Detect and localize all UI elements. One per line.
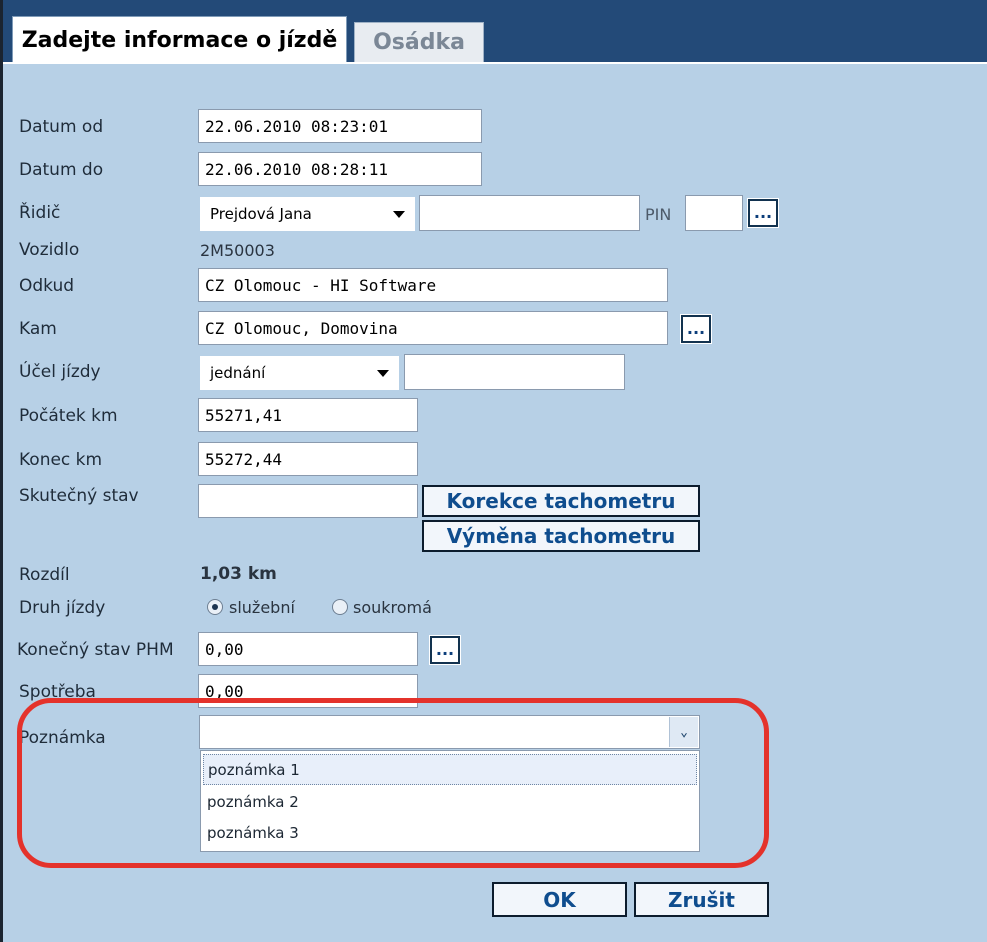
- vehicle-value: 2M50003: [200, 241, 275, 260]
- difference-value: 1,03 km: [200, 564, 277, 584]
- chevron-down-icon: [393, 211, 405, 218]
- date-from-input[interactable]: 22.06.2010 08:23:01: [198, 109, 482, 143]
- chevron-down-icon: [377, 370, 389, 377]
- end-km-input[interactable]: 55272,44: [198, 442, 418, 476]
- driver-select[interactable]: Prejdová Jana: [200, 197, 415, 231]
- to-input[interactable]: CZ Olomouc, Domovina: [198, 311, 668, 345]
- actual-state-label: Skutečný stav: [19, 486, 139, 506]
- radio-private[interactable]: [332, 599, 348, 615]
- driver-label: Řidič: [19, 203, 61, 223]
- purpose-extra-input[interactable]: [404, 354, 625, 390]
- pin-input[interactable]: [685, 195, 743, 231]
- start-km-input[interactable]: 55271,41: [198, 398, 418, 432]
- end-km-label: Konec km: [19, 450, 103, 470]
- trip-type-label: Druh jízdy: [19, 598, 106, 618]
- driver-browse-button[interactable]: ...: [747, 198, 779, 228]
- purpose-select-value: jednání: [210, 364, 266, 382]
- fuel-browse-button[interactable]: ...: [429, 635, 461, 665]
- difference-label: Rozdíl: [19, 565, 70, 585]
- tab-crew[interactable]: Osádka: [354, 22, 484, 62]
- cancel-button[interactable]: Zrušit: [634, 882, 769, 917]
- tab-trip-info[interactable]: Zadejte informace o jízdě: [12, 16, 347, 63]
- to-label: Kam: [19, 319, 57, 339]
- driver-select-value: Prejdová Jana: [210, 205, 312, 223]
- destination-browse-button[interactable]: ...: [680, 314, 712, 344]
- date-from-label: Datum od: [19, 117, 104, 137]
- highlight-annotation: [17, 698, 769, 868]
- odometer-replacement-button[interactable]: Výměna tachometru: [422, 520, 700, 552]
- date-to-input[interactable]: 22.06.2010 08:28:11: [198, 152, 482, 186]
- from-label: Odkud: [19, 276, 75, 296]
- pin-label: PIN: [645, 205, 672, 224]
- radio-private-label: soukromá: [353, 598, 432, 617]
- ok-button[interactable]: OK: [492, 882, 627, 917]
- odometer-correction-button[interactable]: Korekce tachometru: [422, 485, 700, 517]
- date-to-label: Datum do: [19, 160, 104, 180]
- fuel-state-input[interactable]: 0,00: [198, 632, 418, 666]
- purpose-select[interactable]: jednání: [200, 356, 399, 390]
- from-input[interactable]: CZ Olomouc - HI Software: [198, 268, 668, 302]
- vehicle-label: Vozidlo: [19, 240, 80, 260]
- radio-business[interactable]: [207, 599, 223, 615]
- start-km-label: Počátek km: [19, 406, 118, 426]
- purpose-label: Účel jízdy: [19, 362, 101, 382]
- actual-state-input[interactable]: [198, 484, 418, 518]
- driver-extra-input[interactable]: [419, 195, 640, 231]
- fuel-state-label: Konečný stav PHM: [17, 640, 174, 660]
- radio-business-label: služební: [229, 598, 295, 617]
- tab-divider: [3, 62, 987, 64]
- trip-info-window: Zadejte informace o jízdě Osádka Datum o…: [0, 0, 987, 942]
